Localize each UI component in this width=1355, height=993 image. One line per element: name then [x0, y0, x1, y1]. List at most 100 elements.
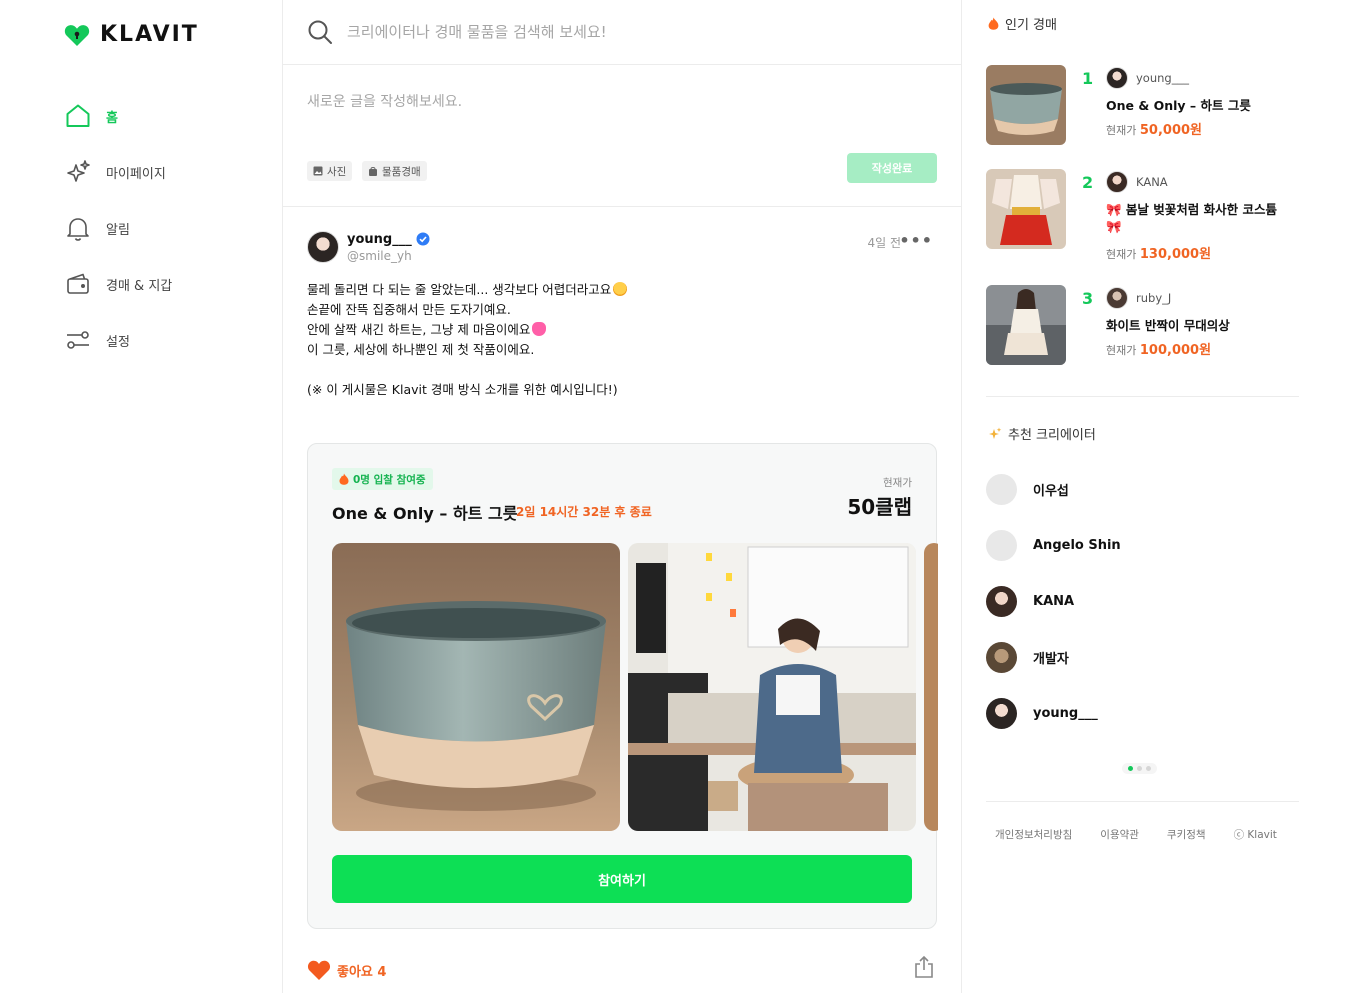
verified-icon — [416, 232, 430, 246]
terms-link[interactable]: 이용약관 — [1100, 827, 1139, 842]
price-value: 100,000원 — [1139, 343, 1212, 358]
item-creator: KANA — [1106, 171, 1168, 193]
join-auction-button[interactable]: 참여하기 — [332, 855, 912, 903]
like-button[interactable]: 좋아요 4 — [307, 959, 386, 981]
carousel-pagination[interactable] — [1122, 763, 1157, 774]
search-input[interactable] — [347, 23, 847, 41]
avatar — [1106, 67, 1128, 89]
privacy-link[interactable]: 개인정보처리방침 — [995, 827, 1072, 842]
post-text: 물레 돌리면 다 되는 줄 알았는데... 생각보다 어렵더라고요 손끝에 잔뜩… — [307, 280, 628, 400]
home-icon — [64, 102, 92, 130]
item-price: 현재가 100,000원 — [1106, 339, 1211, 358]
main-feed: 새로운 글을 작성해보세요. 사진 물품경매 작성완료 young___ @sm… — [283, 0, 962, 993]
popular-auction-item[interactable]: 1 young___ One & Only – 하트 그릇 현재가 50,000… — [986, 65, 1306, 147]
avatar — [1106, 287, 1128, 309]
heart-icon — [307, 960, 331, 980]
creator-item[interactable]: Angelo Shin — [986, 530, 1121, 561]
nav-item-wallet[interactable]: 경매 & 지갑 — [64, 256, 172, 312]
avatar[interactable] — [307, 231, 339, 263]
more-options-icon[interactable]: ••• — [899, 231, 933, 250]
pottery-studio-photo[interactable] — [628, 543, 916, 831]
nav-item-home[interactable]: 홈 — [64, 88, 172, 144]
creator-item[interactable]: 개발자 — [986, 642, 1069, 673]
nav-label: 알림 — [106, 222, 130, 238]
popular-auction-item[interactable]: 3 ruby_J 화이트 반짝이 무대의상 현재가 100,000원 — [986, 285, 1306, 367]
creator-name: young___ — [1033, 706, 1098, 721]
bowl-thumbnail — [986, 65, 1066, 145]
avatar — [1106, 171, 1128, 193]
auction-label: 물품경매 — [382, 165, 421, 178]
submit-button[interactable]: 작성완료 — [847, 153, 937, 183]
footer-links: 개인정보처리방침 이용약관 쿠키정책 ⓒ Klavit — [995, 827, 1305, 842]
recommended-creators-title: 추천 크리에이터 — [988, 424, 1096, 443]
price-label: 현재가 — [1106, 344, 1137, 357]
auction-item-button[interactable]: 물품경매 — [362, 161, 427, 181]
section-title: 인기 경매 — [1005, 18, 1057, 33]
price-value: 130,000원 — [1139, 247, 1212, 262]
item-creator: young___ — [1106, 67, 1189, 89]
stage-outfit-thumbnail — [986, 285, 1066, 365]
author-name: young___ — [347, 231, 412, 247]
laughing-emoji-icon — [613, 282, 628, 296]
search-icon[interactable] — [307, 19, 333, 45]
rank-number: 3 — [1082, 289, 1094, 308]
next-photo-peek[interactable] — [924, 543, 938, 831]
price-value: 50,000원 — [1139, 123, 1203, 138]
fire-icon — [988, 17, 999, 30]
nav-label: 경매 & 지갑 — [106, 278, 173, 294]
sparkle-icon — [64, 158, 92, 186]
rank-number: 1 — [1082, 69, 1094, 88]
creator-item[interactable]: KANA — [986, 586, 1074, 617]
sparkles-icon — [989, 427, 1002, 439]
pagination-dot[interactable] — [1137, 766, 1142, 771]
copyright: ⓒ Klavit — [1233, 829, 1277, 841]
avatar — [986, 642, 1017, 673]
pagination-dot[interactable] — [1128, 766, 1133, 771]
current-price-label: 현재가 — [883, 477, 912, 489]
pink-heart-icon — [532, 322, 547, 336]
nav-label: 설정 — [106, 334, 130, 350]
badge-label: 0명 입찰 참여중 — [353, 473, 426, 486]
image-gallery[interactable] — [332, 543, 938, 832]
creator-item[interactable]: young___ — [986, 698, 1098, 729]
post-line: 이 그릇, 세상에 하나뿐인 제 첫 작품이에요. — [307, 342, 535, 357]
popular-auctions-title: 인기 경매 — [988, 14, 1057, 33]
post-line: (※ 이 게시물은 Klavit 경매 방식 소개를 위한 예시입니다!) — [307, 382, 618, 397]
nav-item-notifications[interactable]: 알림 — [64, 200, 172, 256]
price-label: 현재가 — [1106, 124, 1137, 137]
composer-input[interactable]: 새로운 글을 작성해보세요. — [307, 91, 462, 111]
nav-item-settings[interactable]: 설정 — [64, 312, 172, 368]
cookie-policy-link[interactable]: 쿠키정책 — [1167, 827, 1206, 842]
item-title: 🎀 봄날 벚꽃처럼 화사한 코스튬 — [1106, 202, 1277, 217]
nav-item-mypage[interactable]: 마이페이지 — [64, 144, 172, 200]
item-price: 현재가 50,000원 — [1106, 119, 1202, 138]
creator-item[interactable]: 이우섭 — [986, 474, 1069, 505]
wallet-icon — [64, 270, 92, 298]
share-icon[interactable] — [913, 955, 935, 983]
avatar — [986, 474, 1017, 505]
logo[interactable]: KLAVIT — [64, 22, 199, 47]
creator-name: KANA — [1136, 175, 1168, 189]
post-line: 손끝에 잔뜩 집중해서 만든 도자기예요. — [307, 302, 511, 317]
creator-name: 이우섭 — [1033, 484, 1069, 499]
bowl-photo[interactable] — [332, 543, 620, 831]
avatar — [986, 530, 1017, 561]
popular-auction-item[interactable]: 2 KANA 🎀 봄날 벚꽃처럼 화사한 코스튬 🎀 현재가 130,000원 — [986, 169, 1306, 262]
settings-toggle-icon — [64, 326, 92, 354]
post-line: 안에 살짝 새긴 하트는, 그냥 제 마음이에요 — [307, 322, 531, 337]
auction-title: One & Only – 하트 그릇 — [332, 504, 518, 523]
item-title: 화이트 반짝이 무대의상 — [1106, 318, 1230, 333]
pagination-dot[interactable] — [1146, 766, 1151, 771]
post-composer: 새로운 글을 작성해보세요. 사진 물품경매 작성완료 — [283, 65, 961, 207]
auction-time-remaining: 2일 14시간 32분 후 종료 — [516, 505, 652, 519]
creator-name: ruby_J — [1136, 291, 1172, 305]
current-price: 50클랩 — [847, 495, 912, 519]
item-title-continued: 🎀 — [1106, 219, 1122, 234]
nav-label: 마이페이지 — [106, 166, 166, 182]
fire-icon — [339, 473, 349, 485]
auction-card: 0명 입찰 참여중 One & Only – 하트 그릇 2일 14시간 32분… — [307, 443, 938, 929]
bidders-badge: 0명 입찰 참여중 — [332, 468, 433, 490]
post-author[interactable]: young___ @smile_yh — [307, 231, 430, 263]
photo-button[interactable]: 사진 — [307, 161, 353, 181]
author-handle: @smile_yh — [347, 248, 412, 263]
